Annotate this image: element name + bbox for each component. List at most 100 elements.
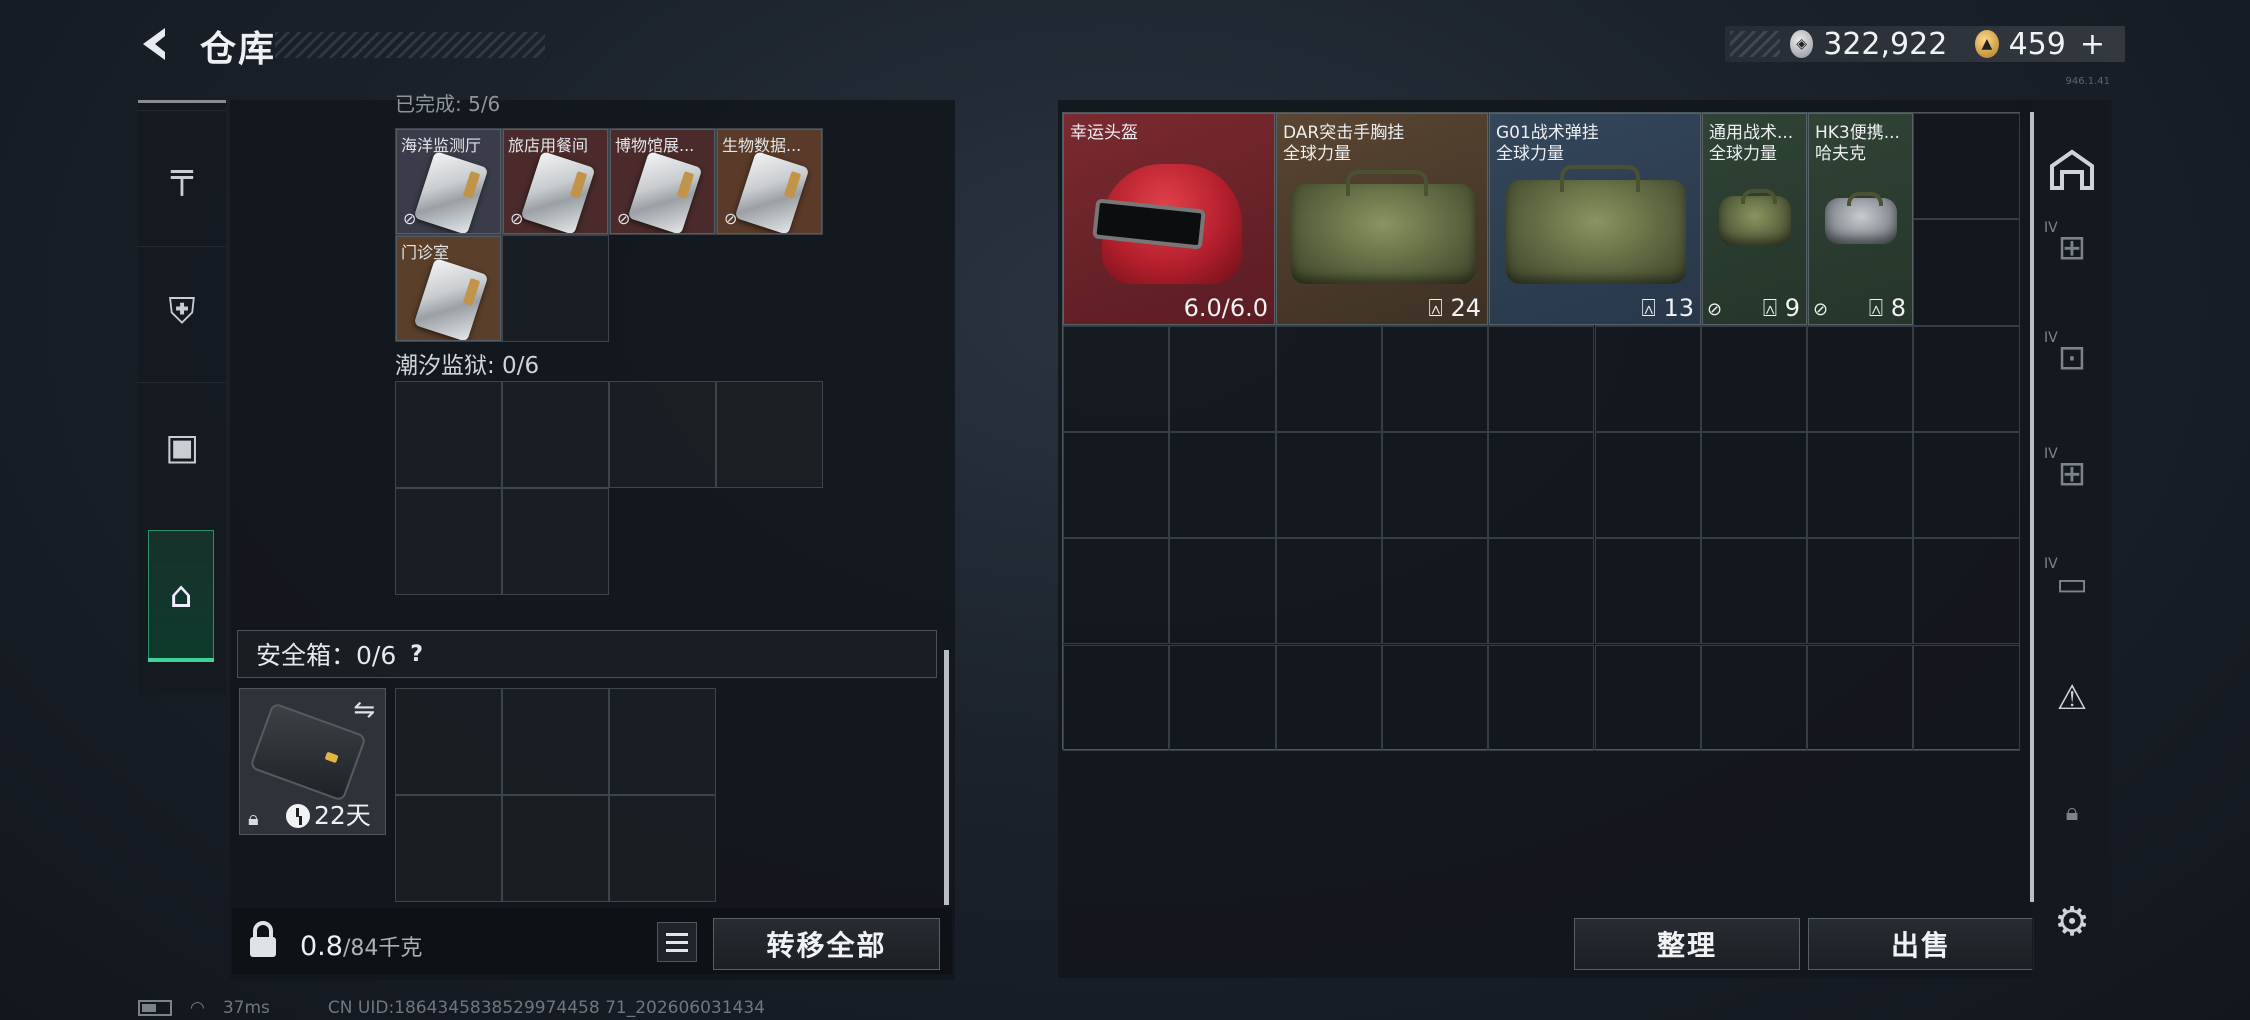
grid-cell[interactable] — [1063, 538, 1170, 645]
grid-cell[interactable] — [1807, 644, 1914, 751]
nav-container-3[interactable]: IV ⊞ — [2040, 442, 2104, 506]
grid-cell[interactable] — [502, 795, 609, 902]
grid-cell[interactable] — [1700, 325, 1808, 432]
general-tactical-item[interactable]: 通用战术... 全球力量 ⊘ ⍓ 9 — [1702, 113, 1807, 325]
keycard-item[interactable]: 海洋监测厅 ⊘ — [396, 129, 501, 234]
uid-label: CN UID:1864345838529974458 71_2026060314… — [327, 998, 766, 1018]
grid-cell[interactable] — [1913, 113, 2020, 220]
nav-armor[interactable]: ⛨ — [138, 246, 226, 376]
grid-cell[interactable] — [1381, 538, 1489, 645]
grid-cell[interactable] — [1913, 431, 2020, 539]
safe-case-item[interactable]: ⇋ 🔒︎ 22天 — [239, 688, 386, 835]
grid-cell[interactable] — [1488, 325, 1595, 432]
settings-button[interactable]: ⚙ — [2040, 890, 2104, 954]
grid-cell[interactable] — [1594, 325, 1701, 432]
help-icon[interactable]: ? — [410, 642, 423, 667]
keycard-section-label: 已完成: 5/6 — [395, 92, 501, 116]
grid-cell[interactable] — [609, 688, 716, 795]
grid-cell[interactable] — [1594, 431, 1701, 539]
grid-cell[interactable] — [1169, 644, 1276, 751]
pistol-icon: ╤ — [171, 155, 193, 196]
helmet-item[interactable]: 幸运头盔 6.0/6.0 — [1063, 113, 1275, 325]
weight-lock-icon[interactable] — [246, 920, 282, 962]
nav-container-4[interactable]: IV ▭ — [2040, 552, 2104, 616]
grid-cell[interactable] — [1700, 644, 1808, 751]
grid-cell[interactable] — [1169, 538, 1276, 645]
transfer-all-button[interactable]: 转移全部 — [713, 918, 940, 970]
grid-cell[interactable] — [1700, 431, 1808, 539]
grid-cell[interactable] — [1275, 644, 1382, 751]
portable-bag-item[interactable]: HK3便携... 哈夫克 ⊘ ⍓ 8 — [1808, 113, 1913, 325]
grid-cell[interactable] — [395, 381, 502, 488]
grid-cell[interactable] — [1275, 538, 1382, 645]
nav-storage[interactable] — [2040, 138, 2104, 202]
grid-cell[interactable] — [1807, 325, 1914, 432]
gold-coin-icon: ▲ — [1975, 30, 1999, 58]
grid-cell[interactable] — [1488, 431, 1595, 539]
grid-cell[interactable] — [1700, 538, 1808, 645]
nav-backpack[interactable]: ▣ — [138, 382, 226, 512]
safe-case-icon — [249, 702, 367, 802]
grid-cell[interactable] — [1381, 644, 1489, 751]
nav-container-1[interactable]: IV ⊞ — [2040, 216, 2104, 280]
swap-icon[interactable]: ⇋ — [353, 695, 375, 725]
grid-cell[interactable] — [1275, 431, 1382, 539]
grid-cell[interactable] — [1913, 219, 2020, 326]
nav-case[interactable]: ⌂ — [148, 530, 214, 660]
grid-cell[interactable] — [1594, 644, 1701, 751]
grid-cell[interactable] — [609, 795, 716, 902]
back-button[interactable] — [135, 22, 185, 72]
warning-container-icon: ⚠ — [2056, 678, 2088, 718]
grid-cell[interactable] — [1807, 538, 1914, 645]
nav-weapons[interactable]: ╤ — [138, 110, 226, 240]
nav-warning-container[interactable]: ⚠ — [2040, 666, 2104, 730]
keycard-item[interactable]: 博物馆展... ⊘ — [610, 129, 715, 234]
grid-cell[interactable] — [1169, 325, 1276, 432]
grid-cell[interactable] — [1381, 325, 1489, 432]
weight-value: 0.8 — [300, 931, 343, 962]
keycard-item[interactable]: 门诊室 — [396, 236, 501, 341]
add-currency-button[interactable]: + — [2080, 27, 2105, 62]
nav-locked[interactable]: 🔒︎ — [2040, 780, 2104, 844]
grid-cell[interactable] — [395, 795, 502, 902]
grid-cell[interactable] — [502, 688, 609, 795]
storage-icon — [2050, 149, 2094, 190]
grid-cell[interactable] — [395, 688, 502, 795]
grid-cell[interactable] — [395, 488, 502, 595]
grid-cell[interactable] — [1488, 538, 1595, 645]
grid-cell[interactable] — [502, 488, 609, 595]
grid-cell[interactable] — [1807, 431, 1914, 539]
grid-cell[interactable] — [1488, 644, 1595, 751]
container-glyph: ▭ — [2055, 564, 2089, 604]
sort-button[interactable]: 整理 — [1574, 918, 1800, 970]
item-capacity: ⍓ 8 — [1868, 294, 1906, 322]
grid-cell[interactable] — [502, 381, 609, 488]
grid-cell[interactable] — [1913, 325, 2020, 432]
tactical-rig-item[interactable]: G01战术弹挂 全球力量 ⍓ 13 — [1489, 113, 1701, 325]
grid-cell[interactable] — [1169, 431, 1276, 539]
no-trade-icon: ⊘ — [510, 209, 524, 228]
item-faction: 全球力量 — [1496, 144, 1564, 164]
sell-button[interactable]: 出售 — [1808, 918, 2034, 970]
grid-cell[interactable] — [1913, 538, 2020, 645]
chest-rig-icon — [1291, 170, 1475, 284]
keycard-item[interactable]: 生物数据... ⊘ — [717, 129, 822, 234]
chest-rig-item[interactable]: DAR突击手胸挂 全球力量 ⍓ 24 — [1276, 113, 1488, 325]
grid-cell[interactable] — [1381, 431, 1489, 539]
grid-cell[interactable] — [1063, 431, 1170, 539]
case-duration: 22天 — [314, 801, 371, 830]
scrollbar[interactable] — [944, 650, 949, 905]
grid-cell[interactable] — [716, 381, 823, 488]
grid-cell[interactable] — [502, 235, 609, 342]
keycard-item[interactable]: 旅店用餐间 ⊘ — [503, 129, 608, 234]
grid-cell[interactable] — [1594, 538, 1701, 645]
grid-cell[interactable] — [1063, 325, 1170, 432]
grid-cell[interactable] — [1063, 644, 1170, 751]
nav-container-2[interactable]: IV ⊡ — [2040, 326, 2104, 390]
grid-cell[interactable] — [609, 381, 716, 488]
weight-max: /84千克 — [342, 936, 423, 961]
item-capacity: ⍓ 24 — [1428, 294, 1481, 322]
grid-cell[interactable] — [1913, 644, 2020, 751]
list-view-button[interactable] — [657, 922, 697, 962]
grid-cell[interactable] — [1275, 325, 1382, 432]
